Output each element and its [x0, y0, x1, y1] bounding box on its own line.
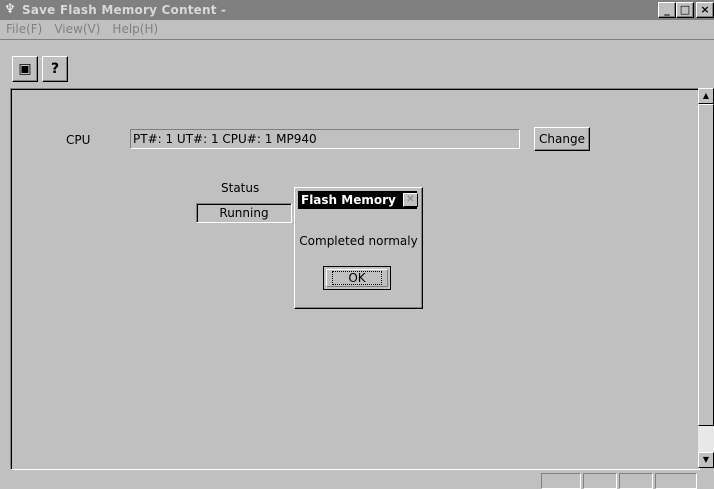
scroll-down-button[interactable]: ▼: [698, 452, 714, 468]
change-button[interactable]: Change: [534, 127, 590, 151]
maximize-button[interactable]: □: [676, 2, 694, 18]
menu-help[interactable]: Help(H): [112, 22, 158, 36]
status-pane-2: [583, 473, 617, 489]
save-flash-button[interactable]: ▣: [12, 56, 38, 82]
save-flash-icon: ▣: [18, 61, 32, 77]
main-window: ♆ Save Flash Memory Content - _ □ × File…: [0, 0, 714, 489]
cpu-field: PT#: 1 UT#: 1 CPU#: 1 MP940: [130, 129, 520, 149]
minimize-button[interactable]: _: [658, 2, 676, 18]
window-controls: _ □ ×: [658, 2, 714, 18]
status-label: Status: [221, 181, 260, 195]
ok-label: OK: [332, 271, 382, 285]
menu-bar: File(F) View(V) Help(H): [0, 20, 714, 38]
status-pane-1: [541, 473, 581, 489]
help-icon: ?: [50, 61, 60, 77]
window-title: Save Flash Memory Content -: [22, 3, 227, 17]
help-button[interactable]: ?: [42, 56, 68, 82]
ok-button[interactable]: OK: [323, 266, 391, 290]
status-pane-3: [619, 473, 653, 489]
title-bar: ♆ Save Flash Memory Content - _ □ ×: [0, 0, 714, 20]
dialog-close-button[interactable]: ✕: [403, 193, 418, 207]
flash-memory-dialog: Flash Memory ✕ Completed normaly OK: [294, 187, 423, 309]
dialog-title: Flash Memory: [298, 191, 417, 209]
vertical-scrollbar[interactable]: ▲ ▼: [698, 88, 714, 468]
status-pane-4: [655, 473, 697, 489]
status-field: Running: [196, 203, 292, 223]
close-button[interactable]: ×: [696, 2, 714, 18]
dialog-message: Completed normaly: [299, 234, 418, 248]
cpu-label: CPU: [66, 133, 91, 147]
scroll-up-button[interactable]: ▲: [698, 88, 714, 104]
app-icon: ♆: [4, 2, 16, 17]
scroll-thumb[interactable]: [698, 104, 714, 426]
toolbar: [0, 39, 714, 90]
menu-view[interactable]: View(V): [54, 22, 100, 36]
menu-file[interactable]: File(F): [6, 22, 42, 36]
